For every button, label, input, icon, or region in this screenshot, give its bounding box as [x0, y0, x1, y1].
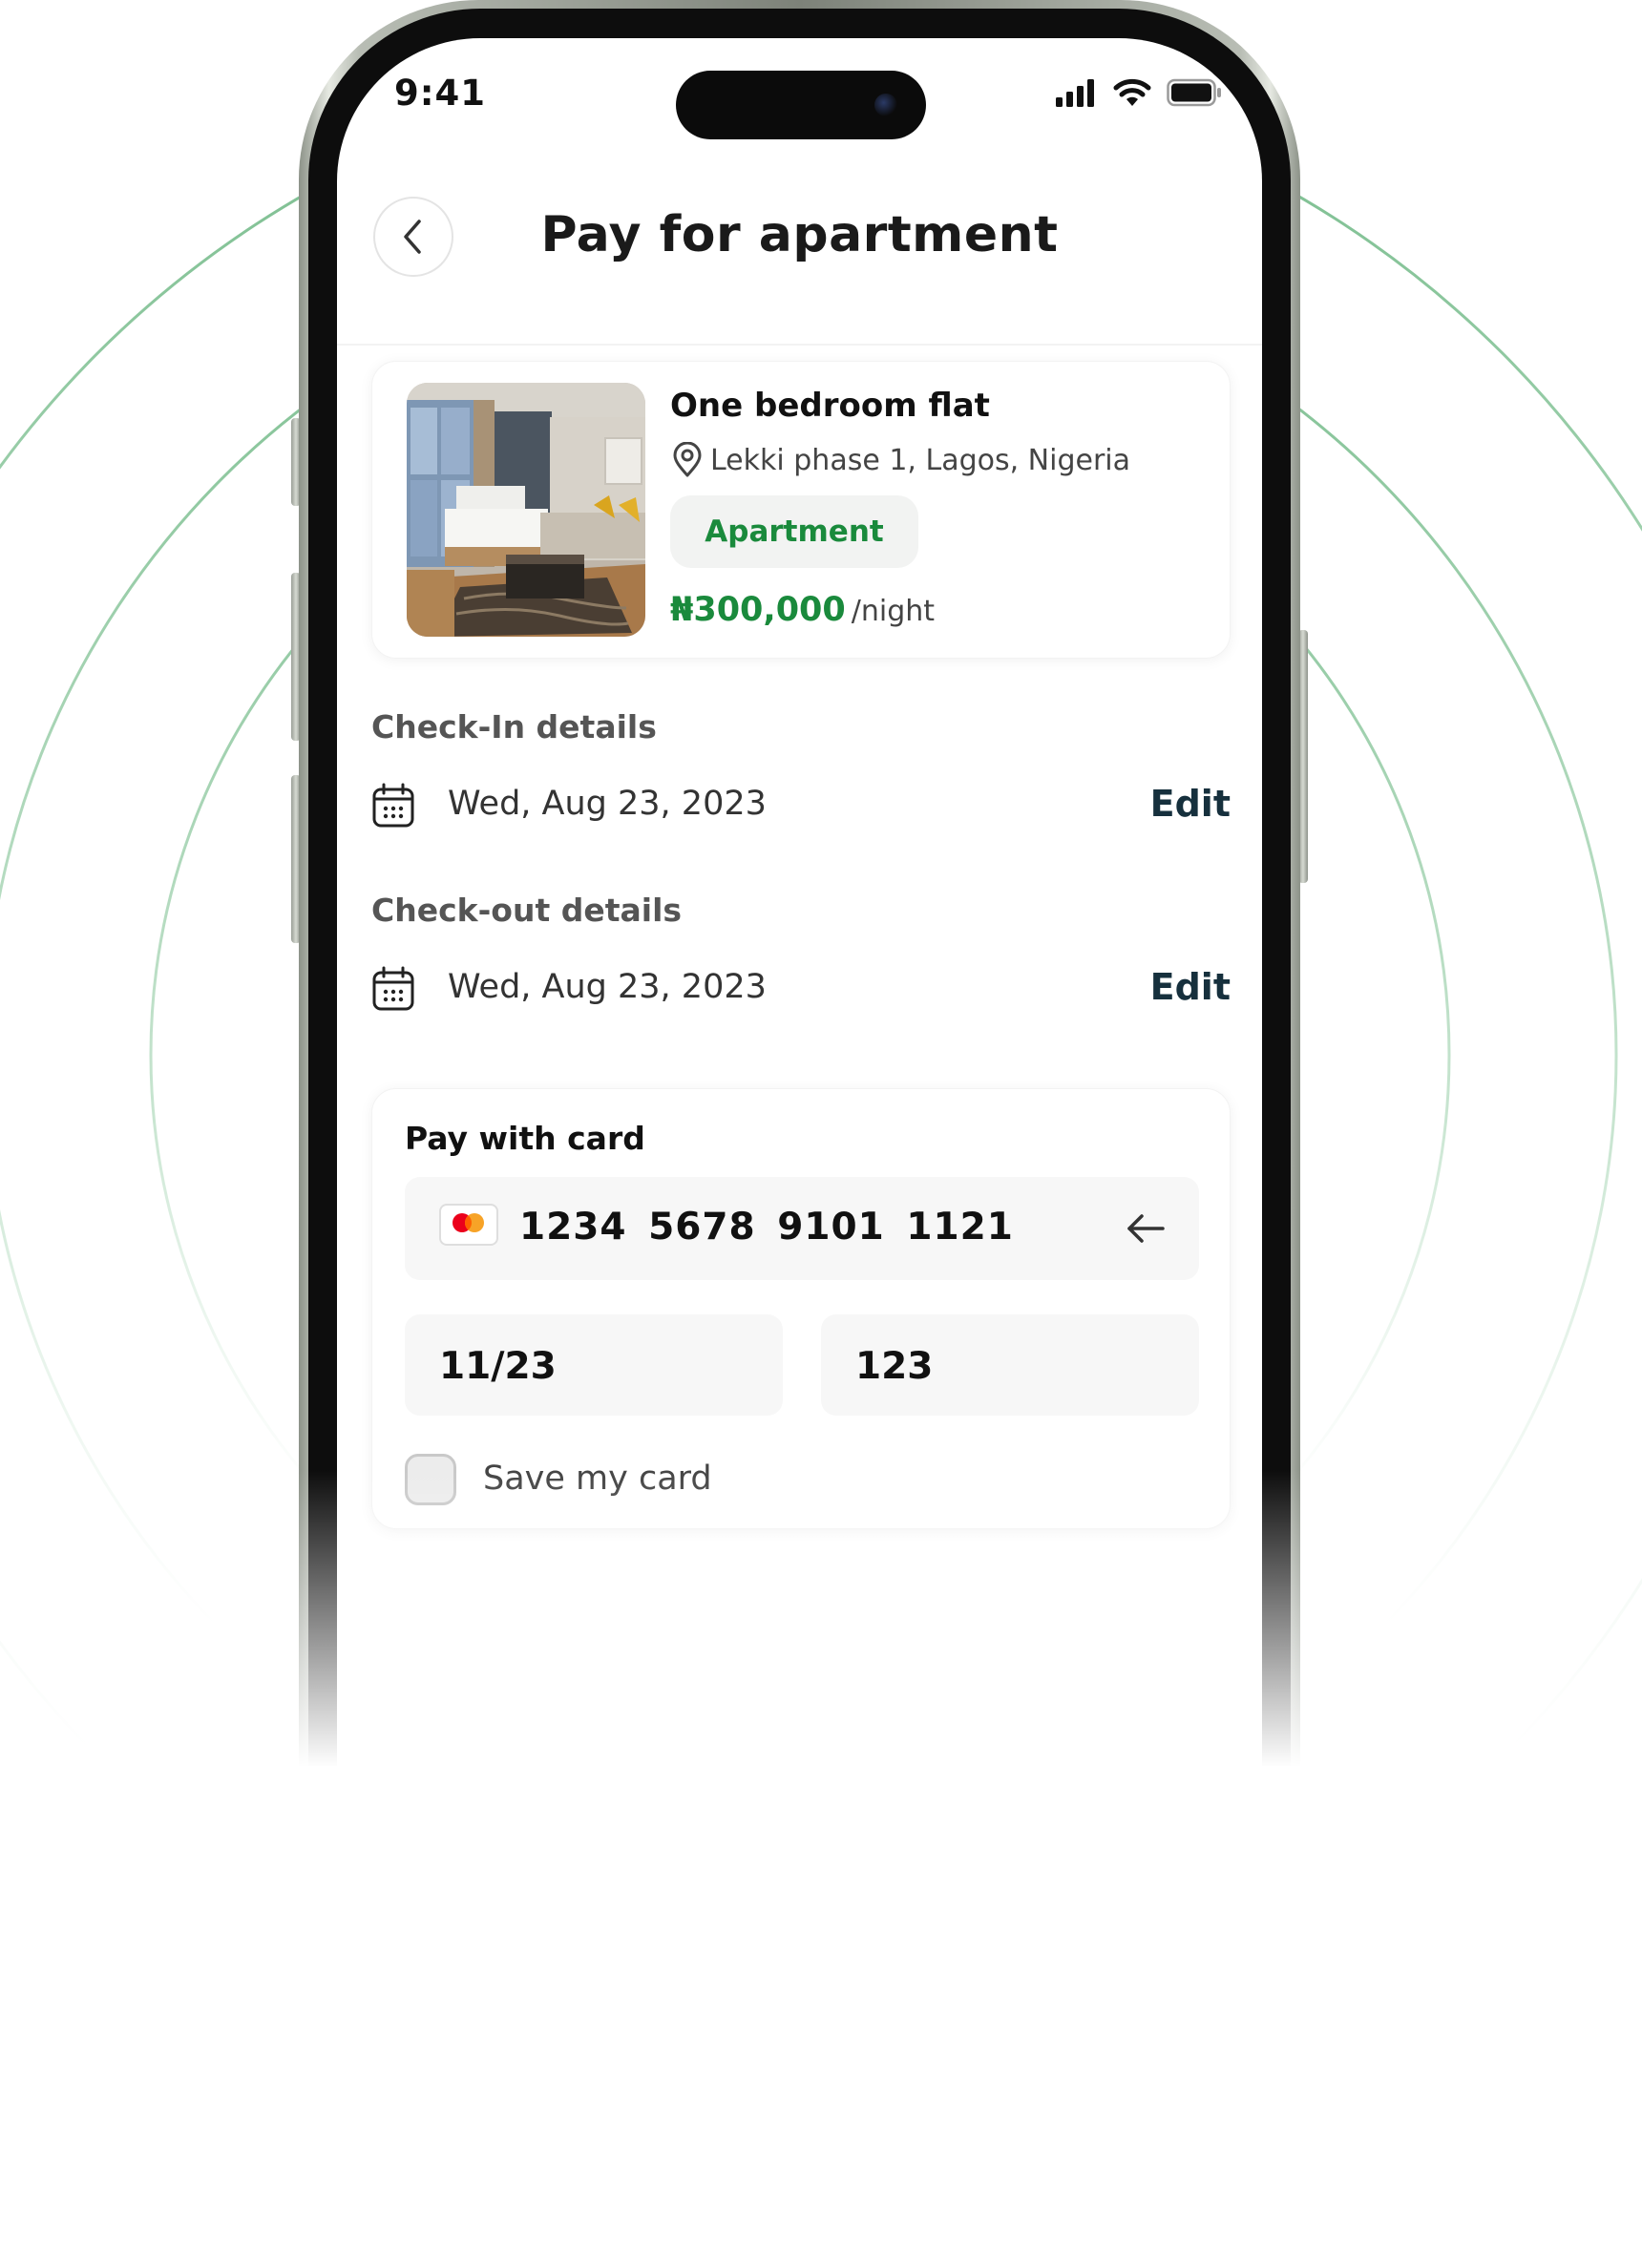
calendar-icon	[372, 783, 414, 828]
mastercard-icon	[439, 1204, 498, 1246]
pay-with-card-title: Pay with card	[405, 1120, 645, 1157]
payment-card: Pay with card 1234 5678 9101 1121 11/23	[371, 1088, 1231, 1529]
camera-icon	[874, 94, 897, 116]
cellular-signal-icon	[1056, 79, 1094, 107]
wifi-icon	[1113, 78, 1151, 106]
dynamic-island	[676, 71, 926, 139]
expiry-value: 11/23	[439, 1345, 557, 1388]
listing-title: One bedroom flat	[670, 387, 990, 425]
edit-check-in-button[interactable]: Edit	[1150, 783, 1231, 825]
property-type-tag: Apartment	[670, 495, 918, 568]
check-in-label: Check-In details	[371, 708, 657, 746]
location-pin-icon	[673, 442, 702, 477]
check-in-row: Wed, Aug 23, 2023 Edit	[371, 777, 1231, 834]
card-number-value: 1234 5678 9101 1121	[519, 1206, 1014, 1249]
expiry-field[interactable]: 11/23	[405, 1314, 783, 1416]
header: Pay for apartment	[337, 191, 1262, 346]
card-number-field[interactable]: 1234 5678 9101 1121	[405, 1177, 1199, 1280]
price-value: ₦300,000	[670, 591, 846, 629]
listing-photo	[407, 383, 645, 637]
check-out-row: Wed, Aug 23, 2023 Edit	[371, 960, 1231, 1018]
page-title: Pay for apartment	[540, 206, 1059, 263]
cvv-field[interactable]: 123	[821, 1314, 1199, 1416]
cvv-value: 123	[855, 1345, 934, 1388]
listing-price: ₦300,000/night	[670, 591, 935, 629]
check-out-label: Check-out details	[371, 892, 683, 929]
listing-card[interactable]: One bedroom flat Lekki phase 1, Lagos, N…	[371, 361, 1231, 659]
price-unit: /night	[851, 595, 936, 628]
listing-location: Lekki phase 1, Lagos, Nigeria	[670, 442, 1130, 478]
check-out-date: Wed, Aug 23, 2023	[448, 968, 767, 1006]
battery-icon	[1167, 78, 1221, 107]
status-icons	[1056, 78, 1222, 107]
arrow-left-icon[interactable]	[1125, 1209, 1167, 1248]
calendar-icon	[372, 966, 414, 1011]
phone-bottom-fade	[299, 1470, 1300, 1768]
edit-check-out-button[interactable]: Edit	[1150, 966, 1231, 1008]
phone-mockup: 9:41 Pay for apartment One bedroom flat …	[291, 0, 1308, 1768]
status-time: 9:41	[394, 73, 487, 114]
check-in-date: Wed, Aug 23, 2023	[448, 785, 767, 823]
location-text: Lekki phase 1, Lagos, Nigeria	[710, 443, 1131, 477]
